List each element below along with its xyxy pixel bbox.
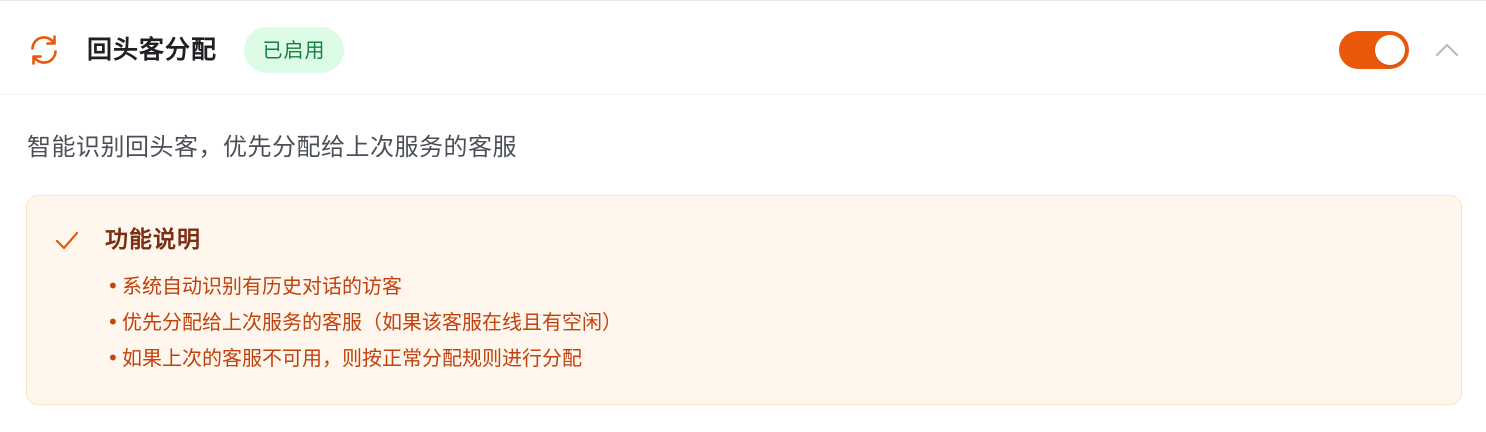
check-icon <box>55 231 79 250</box>
card-header[interactable]: 回头客分配 已启用 <box>0 2 1486 95</box>
toggle-knob <box>1375 35 1405 65</box>
list-item-text: 系统自动识别有历史对话的访客 <box>122 274 402 298</box>
list-item: • 如果上次的客服不可用，则按正常分配规则进行分配 <box>105 340 622 376</box>
returning-customer-card: 回头客分配 已启用 智能识别回头客，优先分配给上次服务的客服 功能说明 • 系统… <box>0 0 1486 432</box>
bullet: • <box>107 346 119 370</box>
info-title: 功能说明 <box>105 227 201 253</box>
list-item-text: 如果上次的客服不可用，则按正常分配规则进行分配 <box>122 346 582 370</box>
list-item-text: 优先分配给上次服务的客服（如果该客服在线且有空闲） <box>122 310 622 334</box>
enable-toggle[interactable] <box>1339 31 1409 69</box>
feature-description: 智能识别回头客，优先分配给上次服务的客服 <box>27 133 517 161</box>
refresh-icon <box>31 35 57 65</box>
list-item: • 优先分配给上次服务的客服（如果该客服在线且有空闲） <box>105 304 622 340</box>
list-item: • 系统自动识别有历史对话的访客 <box>105 268 622 304</box>
info-list: • 系统自动识别有历史对话的访客 • 优先分配给上次服务的客服（如果该客服在线且… <box>105 268 622 376</box>
bullet: • <box>107 274 119 298</box>
card-title: 回头客分配 <box>87 35 218 64</box>
chevron-up-icon[interactable] <box>1434 38 1460 62</box>
feature-info-box: 功能说明 • 系统自动识别有历史对话的访客 • 优先分配给上次服务的客服（如果该… <box>26 195 1462 405</box>
status-badge: 已启用 <box>244 27 344 73</box>
bullet: • <box>107 310 119 334</box>
